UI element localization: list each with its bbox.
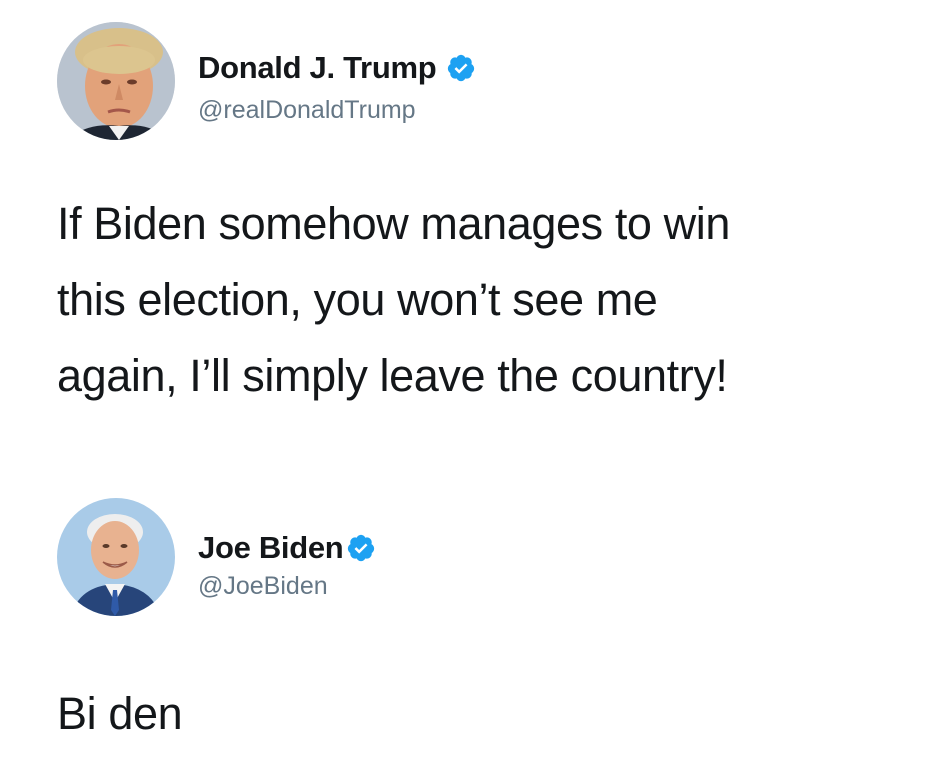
verified-badge-icon <box>446 53 476 83</box>
tweet[interactable]: Joe Biden @JoeBiden Bi den <box>0 470 927 775</box>
tweet-text: Bi den <box>57 676 907 752</box>
avatar-photo-icon <box>57 22 175 140</box>
user-handle[interactable]: @JoeBiden <box>198 572 328 601</box>
tweet-text-line: again, I’ll simply leave the country! <box>57 350 728 401</box>
display-name[interactable]: Joe Biden <box>198 530 344 566</box>
tweet-text-line: Bi den <box>57 688 183 739</box>
tweet-text-line: this election, you won’t see me <box>57 274 658 325</box>
avatar-photo-icon <box>57 498 175 616</box>
tweet-text: If Biden somehow manages to win this ele… <box>57 186 907 414</box>
avatar[interactable] <box>57 498 175 616</box>
tweet-text-line: If Biden somehow manages to win <box>57 198 730 249</box>
user-handle[interactable]: @realDonaldTrump <box>198 96 416 125</box>
avatar[interactable] <box>57 22 175 140</box>
display-name[interactable]: Donald J. Trump <box>198 50 437 86</box>
author-name-row: Joe Biden <box>198 530 376 566</box>
author-name-row: Donald J. Trump <box>198 50 476 86</box>
verified-badge-icon <box>346 533 376 563</box>
tweet[interactable]: Donald J. Trump @realDonaldTrump If Bide… <box>0 0 927 470</box>
